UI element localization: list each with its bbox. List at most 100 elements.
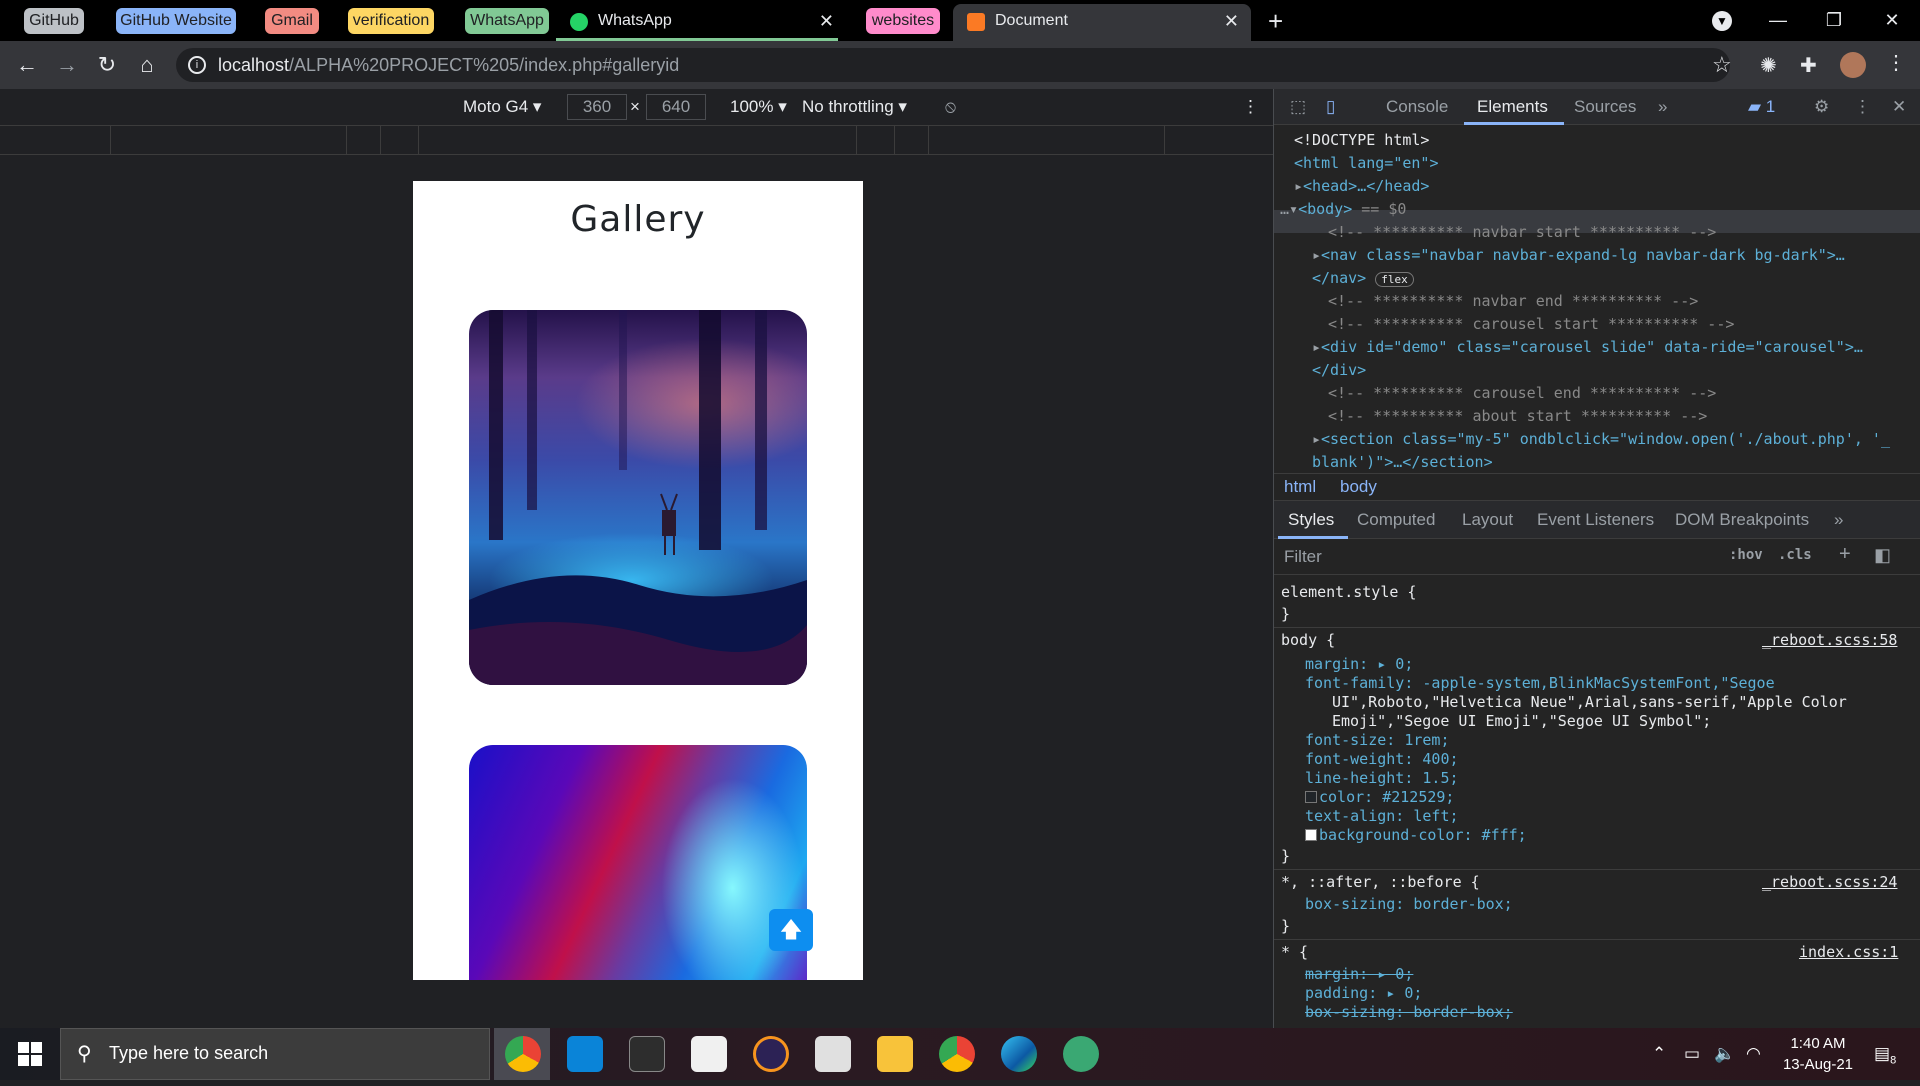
breadcrumb-html[interactable]: html — [1284, 477, 1316, 497]
dom-comment[interactable]: <!-- ********** navbar start ********** … — [1328, 221, 1716, 244]
devtools-close-icon[interactable]: ✕ — [1892, 89, 1906, 125]
forward-arrow-icon[interactable]: → — [54, 52, 80, 78]
store-taskbar-icon[interactable] — [815, 1036, 851, 1072]
rotate-icon[interactable]: ⦸ — [945, 89, 956, 125]
css-property[interactable]: font-weight: 400; — [1305, 750, 1459, 769]
dom-comment[interactable]: <!-- ********** navbar end ********** --… — [1328, 290, 1698, 313]
bookmark-star-icon[interactable]: ☆ — [1712, 52, 1732, 78]
more-tabs-icon[interactable]: » — [1834, 501, 1843, 539]
file-explorer-taskbar-icon[interactable] — [877, 1036, 913, 1072]
tab-computed[interactable]: Computed — [1357, 501, 1435, 539]
dom-line[interactable]: ▸<div id="demo" class="carousel slide" d… — [1312, 336, 1863, 359]
filter-input[interactable]: Filter — [1284, 547, 1322, 567]
dom-comment[interactable]: <!-- ********** carousel start *********… — [1328, 313, 1734, 336]
toggle-sidebar-icon[interactable]: ◧ — [1874, 545, 1891, 566]
rule-selector[interactable]: body { — [1281, 631, 1335, 650]
cls-toggle[interactable]: .cls — [1778, 547, 1812, 563]
tab-group-websites[interactable]: websites — [866, 8, 940, 34]
tab-layout[interactable]: Layout — [1462, 501, 1513, 539]
device-select[interactable]: Moto G4 ▾ — [463, 89, 541, 125]
zoom-select[interactable]: 100% ▾ — [730, 89, 787, 125]
chrome-menu-icon[interactable]: ⋮ — [1886, 50, 1906, 75]
tab-console[interactable]: Console — [1386, 89, 1448, 125]
extension-icon[interactable]: ✺ — [1760, 53, 1777, 78]
notifications-icon[interactable]: ▤8 — [1874, 1028, 1896, 1086]
css-property[interactable]: margin: ▸ 0; — [1305, 655, 1413, 674]
back-arrow-icon[interactable]: ← — [14, 52, 40, 78]
terminal-taskbar-icon[interactable] — [629, 1036, 665, 1072]
css-property[interactable]: font-family: -apple-system,BlinkMacSyste… — [1305, 674, 1775, 693]
breadcrumb-body[interactable]: body — [1340, 477, 1377, 497]
gallery-image-abstract-gradient[interactable] — [469, 745, 807, 980]
css-property[interactable]: padding: ▸ 0; — [1305, 984, 1422, 1003]
tab-group-whatsapp[interactable]: WhatsApp — [465, 8, 549, 34]
scroll-to-top-button[interactable]: 🡅 — [769, 909, 813, 951]
device-toggle-icon[interactable]: ▯ — [1326, 89, 1335, 125]
css-property[interactable]: box-sizing: border-box; — [1305, 895, 1513, 914]
minimize-icon[interactable]: — — [1750, 0, 1806, 41]
new-tab-plus-icon[interactable]: + — [1268, 4, 1283, 38]
tab-group-verification[interactable]: verification — [348, 8, 434, 34]
eclipse-taskbar-icon[interactable] — [753, 1036, 789, 1072]
rule-selector[interactable]: * { — [1281, 943, 1308, 962]
width-input[interactable]: 360 — [567, 94, 627, 120]
dom-line[interactable]: ▸<nav class="navbar navbar-expand-lg nav… — [1312, 244, 1845, 267]
home-icon[interactable]: ⌂ — [134, 52, 160, 78]
vscode-taskbar-icon[interactable] — [567, 1036, 603, 1072]
dom-line[interactable]: ▸<section class="my-5" ondblclick="windo… — [1312, 428, 1890, 451]
tab-elements[interactable]: Elements — [1477, 89, 1548, 125]
maximize-icon[interactable]: ❐ — [1806, 0, 1862, 41]
edge-taskbar-icon[interactable] — [1001, 1036, 1037, 1072]
clock[interactable]: 1:40 AM 13-Aug-21 — [1778, 1033, 1858, 1075]
height-input[interactable]: 640 — [646, 94, 706, 120]
avatar[interactable] — [1840, 52, 1866, 78]
volume-icon[interactable]: 🔈 — [1714, 1028, 1735, 1080]
url-text[interactable]: localhost/ALPHA%20PROJECT%205/index.php#… — [218, 52, 679, 78]
more-tabs-icon[interactable]: » — [1658, 89, 1667, 125]
dom-line[interactable]: blank')">…</section> — [1312, 451, 1493, 473]
taskbar-search-box[interactable]: ⚲ Type here to search — [60, 1028, 490, 1080]
throttling-select[interactable]: No throttling ▾ — [802, 89, 907, 125]
reload-icon[interactable]: ↻ — [94, 52, 120, 78]
window-close-icon[interactable]: ✕ — [1864, 0, 1920, 41]
css-property-overridden[interactable]: box-sizing: border-box; — [1305, 1003, 1513, 1022]
flex-badge[interactable]: flex — [1375, 272, 1414, 287]
css-property[interactable]: color: #212529; — [1305, 788, 1454, 807]
site-info-icon[interactable]: i — [188, 56, 206, 74]
tab-group-github[interactable]: GitHub — [24, 8, 84, 34]
css-property-overridden[interactable]: margin: ▸ 0; — [1305, 965, 1413, 984]
tab-group-github-website[interactable]: GitHub Website — [116, 8, 236, 34]
dom-line[interactable]: ▸<head>…</head> — [1294, 175, 1429, 198]
close-icon[interactable]: ✕ — [1224, 4, 1239, 38]
dom-line[interactable]: </div> — [1312, 359, 1366, 382]
extensions-puzzle-icon[interactable]: ✚ — [1800, 53, 1817, 78]
dom-comment[interactable]: <!-- ********** carousel end ********** … — [1328, 382, 1716, 405]
file-app-taskbar-icon[interactable] — [691, 1036, 727, 1072]
css-property[interactable]: font-size: 1rem; — [1305, 731, 1450, 750]
issues-badge[interactable]: ▰ 1 — [1748, 89, 1775, 125]
tab-event-listeners[interactable]: Event Listeners — [1537, 501, 1654, 539]
windows-start-icon[interactable] — [18, 1042, 42, 1066]
more-options-icon[interactable]: ⋮ — [1242, 89, 1259, 125]
rule-source-link[interactable]: _reboot.scss:58 — [1762, 631, 1897, 650]
color-swatch[interactable] — [1305, 791, 1317, 803]
rule-selector[interactable]: *, ::after, ::before { — [1281, 873, 1480, 892]
new-rule-plus-icon[interactable]: + — [1839, 543, 1851, 566]
css-property[interactable]: background-color: #fff; — [1305, 826, 1527, 845]
rule-selector[interactable]: element.style { — [1281, 583, 1416, 602]
battery-icon[interactable]: ▭ — [1684, 1028, 1700, 1080]
dom-line[interactable]: </nav> flex — [1312, 267, 1414, 291]
dom-line[interactable]: <html lang="en"> — [1294, 152, 1439, 175]
tab-sources[interactable]: Sources — [1574, 89, 1636, 125]
dom-line-body[interactable]: …▾<body> == $0 — [1280, 198, 1406, 221]
tab-group-gmail[interactable]: Gmail — [265, 8, 319, 34]
css-property[interactable]: text-align: left; — [1305, 807, 1459, 826]
tray-chevron-icon[interactable]: ⌃ — [1652, 1028, 1666, 1080]
tab-dom-breakpoints[interactable]: DOM Breakpoints — [1675, 501, 1809, 539]
dom-line[interactable]: <!DOCTYPE html> — [1294, 129, 1429, 152]
tab-styles[interactable]: Styles — [1288, 501, 1334, 539]
inspect-element-icon[interactable]: ⬚ — [1290, 89, 1306, 125]
tab-whatsapp[interactable]: WhatsApp ✕ — [556, 4, 846, 41]
tab-search-icon[interactable]: ▼ — [1712, 11, 1732, 31]
wifi-icon[interactable]: ◠ — [1746, 1028, 1761, 1080]
